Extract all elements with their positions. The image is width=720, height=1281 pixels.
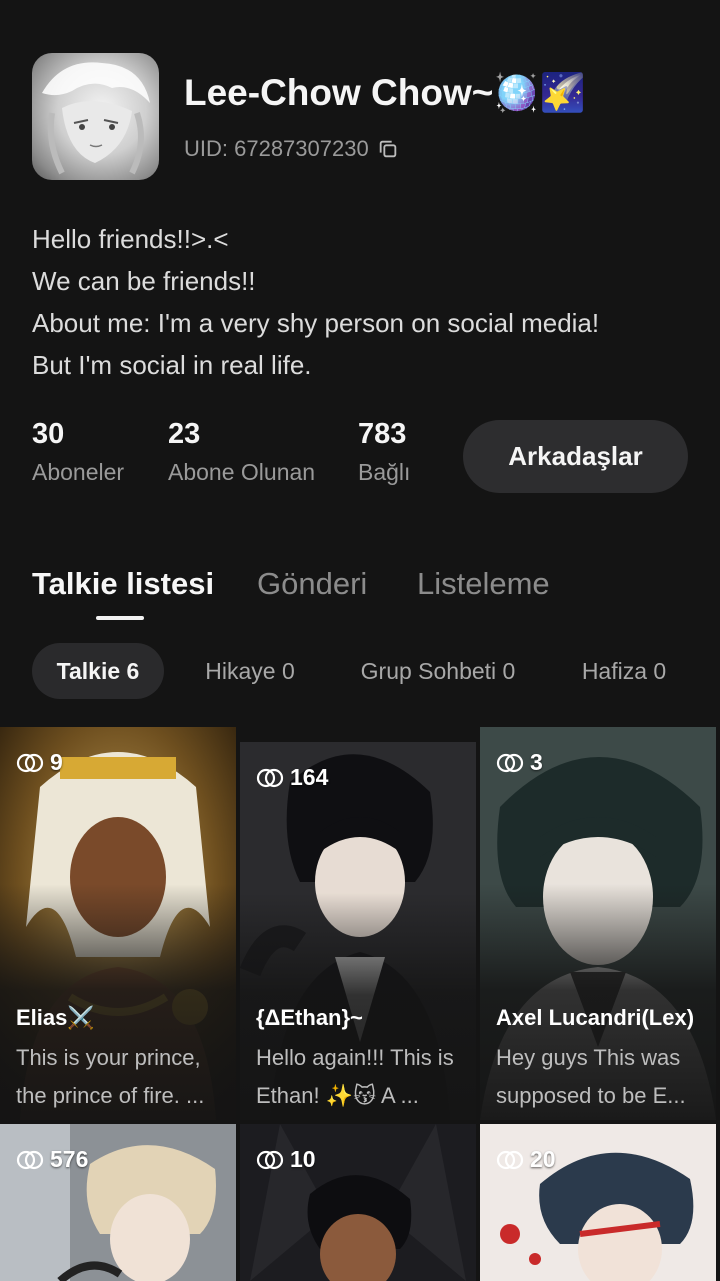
profile-avatar[interactable]	[32, 53, 159, 180]
stat-label: Bağlı	[358, 459, 411, 485]
stat-value: 30	[32, 418, 65, 450]
copy-icon[interactable]	[377, 138, 399, 160]
talkie-card[interactable]: 3 Axel Lucandri(Lex) Hey guys This was s…	[480, 727, 716, 1120]
stat-following[interactable]: 23 Abone Olunan	[168, 418, 315, 486]
chat-bubbles-icon	[16, 1150, 44, 1169]
chat-count-value: 20	[530, 1146, 556, 1172]
chat-count-value: 9	[50, 749, 63, 775]
tab-posts[interactable]: Gönderi	[257, 566, 367, 602]
bio-line: But I'm social in real life.	[32, 350, 312, 380]
chat-bubbles-icon	[496, 753, 524, 772]
talkie-card[interactable]: 164 {ΔEthan}~ Hello again!!! This is Eth…	[240, 742, 476, 1120]
chip-group-chat[interactable]: Grup Sohbeti 0	[342, 643, 534, 699]
card-title: {ΔEthan}~	[256, 1005, 363, 1030]
chat-count-value: 576	[50, 1146, 89, 1172]
bio-line: About me: I'm a very shy person on socia…	[32, 308, 600, 338]
chip-memory[interactable]: Hafiza 0	[562, 643, 686, 699]
bio-line: Hello friends!!>.<	[32, 224, 229, 254]
chat-bubbles-icon	[256, 1150, 284, 1169]
stat-value: 783	[358, 418, 407, 450]
chat-count-value: 3	[530, 749, 543, 775]
stat-value: 23	[168, 418, 201, 450]
stat-label: Aboneler	[32, 459, 125, 485]
bio-line: We can be friends!!	[32, 266, 256, 296]
card-description: Hello again!!! This is Ethan! ✨😽 A ...	[256, 1045, 454, 1108]
chat-count: 9	[16, 749, 63, 776]
active-tab-indicator	[96, 616, 144, 620]
profile-bio: Hello friends!!>.< We can be friends!! A…	[32, 218, 692, 386]
talkie-card[interactable]: 20	[480, 1124, 716, 1281]
uid-text: UID: 67287307230	[184, 136, 369, 161]
talkie-card[interactable]: 10	[240, 1124, 476, 1281]
chat-bubbles-icon	[16, 753, 44, 772]
chat-count: 20	[496, 1146, 556, 1173]
chat-count-value: 164	[290, 764, 329, 790]
tab-talkie-list[interactable]: Talkie listesi	[32, 566, 214, 602]
chat-count: 3	[496, 749, 543, 776]
chat-count: 576	[16, 1146, 88, 1173]
card-description: This is your prince, the prince of fire.…	[16, 1045, 205, 1108]
chip-story[interactable]: Hikaye 0	[186, 643, 314, 699]
chat-bubbles-icon	[496, 1150, 524, 1169]
chat-count: 164	[256, 764, 328, 791]
chat-bubbles-icon	[256, 768, 284, 787]
chip-talkie[interactable]: Talkie 6	[32, 643, 164, 699]
card-title: Elias⚔️	[16, 1005, 95, 1030]
chat-count: 10	[256, 1146, 316, 1173]
card-description: Hey guys This was supposed to be E...	[496, 1045, 686, 1108]
talkie-card[interactable]: 576	[0, 1124, 236, 1281]
friends-button[interactable]: Arkadaşlar	[463, 420, 688, 493]
stat-connections[interactable]: 783 Bağlı	[358, 418, 410, 486]
profile-name: Lee-Chow Chow~🪩🌠	[184, 72, 586, 113]
talkie-card[interactable]: 9 Elias⚔️ This is your prince, the princ…	[0, 727, 236, 1120]
chat-count-value: 10	[290, 1146, 316, 1172]
stat-followers[interactable]: 30 Aboneler	[32, 418, 124, 486]
card-title: Axel Lucandri(Lex)	[496, 1005, 695, 1030]
stat-label: Abone Olunan	[168, 459, 316, 485]
profile-uid[interactable]: UID: 67287307230	[184, 136, 399, 162]
tab-listing[interactable]: Listeleme	[417, 566, 550, 602]
